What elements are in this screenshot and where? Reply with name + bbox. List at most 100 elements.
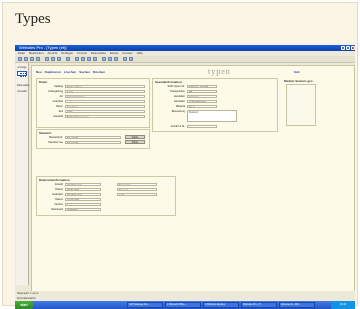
- new-button[interactable]: Neu: [36, 70, 42, 74]
- duplicate-button[interactable]: Duplizieren: [45, 70, 61, 74]
- section-media-header: Medien-Verweis ges.: [284, 79, 314, 83]
- field-value[interactable]: [65, 99, 145, 103]
- choose-button[interactable]: Wähle: [125, 135, 145, 139]
- menu-edit[interactable]: Bearbeiten: [29, 51, 44, 55]
- delete-button[interactable]: Löschen: [64, 70, 76, 74]
- exit-button[interactable]: Exit: [294, 70, 300, 74]
- nav-item-selection[interactable]: Auswahl: [17, 89, 27, 94]
- search-button[interactable]: Suchen: [79, 70, 90, 74]
- field-value[interactable]: Sandguss: [65, 104, 145, 108]
- field-value[interactable]: Baubeschlage: [65, 84, 145, 88]
- menu-file[interactable]: Datei: [18, 51, 25, 55]
- navigation-pane: Anzeige Datensätze Auswahl: [16, 63, 30, 285]
- undo-icon[interactable]: [66, 57, 70, 61]
- field-label: SUB-Typen-Nr.: [167, 85, 185, 88]
- minimize-button[interactable]: [341, 46, 345, 50]
- nav-item-display[interactable]: Anzeige: [17, 65, 27, 70]
- section-daten-header: Daten: [39, 80, 48, 84]
- help-icon[interactable]: [129, 57, 133, 61]
- field-value: Baumeister: [117, 182, 157, 186]
- filter-icon[interactable]: [87, 57, 91, 61]
- apply-filter-icon[interactable]: [93, 57, 97, 61]
- section-datensatz: Datensatzinformation Erstellt Olaf Dören…: [36, 176, 176, 216]
- field-value[interactable]: JASPI BENTON: [187, 99, 217, 103]
- field-value[interactable]: [187, 124, 217, 128]
- field-value[interactable]: Scharnier: [187, 94, 217, 98]
- section-standort: Standort Bestand-Nr. Bre A0377 Wähle Sta…: [36, 129, 150, 149]
- design-view-icon[interactable]: [18, 57, 22, 61]
- choose-button[interactable]: Wähle: [125, 140, 145, 145]
- section-spezial-header: Spezialinformation: [155, 80, 182, 84]
- taskbar-item[interactable]: 2 Microsoft Office...: [165, 302, 201, 308]
- save-icon[interactable]: [24, 57, 28, 61]
- menu-tools[interactable]: Extras: [110, 51, 119, 55]
- form-title: typen: [208, 67, 231, 76]
- field-label: Auswahl: [53, 115, 63, 118]
- print-button[interactable]: Drucken: [93, 70, 105, 74]
- menu-format[interactable]: Format: [77, 51, 87, 55]
- preview-icon[interactable]: [36, 57, 40, 61]
- menu-records[interactable]: Datensätze: [91, 51, 106, 55]
- field-label: Erstellt: [55, 183, 63, 186]
- cut-icon[interactable]: [45, 57, 49, 61]
- field-label: Version: [54, 203, 63, 206]
- field-value[interactable]: Gerät: [65, 89, 145, 93]
- page-heading: Types: [15, 11, 51, 27]
- field-value: Sperre b: [117, 187, 157, 191]
- copy-icon[interactable]: [51, 57, 55, 61]
- maximize-button[interactable]: [346, 46, 350, 50]
- taskbar-item[interactable]: Websites Pro - [T...: [241, 302, 277, 308]
- field-label: Material: [175, 105, 185, 108]
- field-value: 05.05.2006: [65, 187, 101, 191]
- field-value: Olaf Dörenfell: [65, 192, 101, 196]
- card: Types Websites Pro - [Typen (ef)] Datei B…: [2, 2, 358, 309]
- field-value: Olaf Dörenfell: [65, 182, 101, 186]
- nav-item-active[interactable]: [17, 71, 27, 77]
- field-value[interactable]: Eisen: [187, 104, 217, 108]
- remarks-field[interactable]: Bestand: [187, 109, 237, 122]
- menu-insert[interactable]: Einfügen: [61, 51, 73, 55]
- field-label: Untertitel: [52, 100, 63, 103]
- field-label: Preisposition: [170, 90, 185, 93]
- field-label: Zeit: [58, 110, 63, 113]
- field-value: 00065645: [65, 207, 101, 211]
- menu-help[interactable]: Hilfe: [137, 51, 143, 55]
- form-toolbar: Neu Duplizieren Löschen Suchen Drucken: [36, 70, 286, 75]
- taskbar-item[interactable]: Dokument1 - Micr...: [279, 302, 315, 308]
- database-window-icon[interactable]: [123, 57, 127, 61]
- field-label: Bestand-Nr.: [49, 136, 63, 139]
- field-label: Datensatz: [51, 208, 63, 211]
- field-value[interactable]: PB: [187, 89, 217, 93]
- new-record-icon[interactable]: [108, 57, 112, 61]
- field-value[interactable]: STM-ZYL-S0045T: [187, 84, 217, 88]
- taskbar-item[interactable]: 2 Windows Explorer: [203, 302, 239, 308]
- section-spezial: Spezialinformation SUB-Typen-Nr. STM-ZYL…: [152, 78, 278, 132]
- field-label: Standort neu: [48, 141, 63, 144]
- field-value[interactable]: Barthold Stein gasse: [65, 114, 145, 118]
- field-label: Dekor: [56, 105, 63, 108]
- close-button[interactable]: [351, 46, 355, 50]
- field-value[interactable]: 1900: [65, 109, 145, 113]
- field-value: 02.08.2006: [65, 197, 101, 201]
- field-value[interactable]: Scharnierbänder: [65, 94, 145, 98]
- sort-ascending-icon[interactable]: [75, 57, 79, 61]
- menu-view[interactable]: Ansicht: [48, 51, 58, 55]
- field-value[interactable]: Bre A0377: [65, 135, 121, 139]
- paste-icon[interactable]: [57, 57, 61, 61]
- sort-descending-icon[interactable]: [81, 57, 85, 61]
- section-standort-header: Standort: [39, 131, 52, 135]
- find-icon[interactable]: [102, 57, 106, 61]
- nav-item-records[interactable]: Datensätze: [17, 83, 30, 88]
- field-value[interactable]: ED 4T 407: [65, 140, 121, 144]
- field-label: Hersteller: [173, 95, 185, 98]
- dots-icon: [20, 73, 26, 77]
- print-icon[interactable]: [30, 57, 34, 61]
- delete-record-icon[interactable]: [114, 57, 118, 61]
- menu-window[interactable]: Fenster: [122, 51, 132, 55]
- field-value: Gebr.: [117, 192, 157, 196]
- field-label: Datum: [55, 188, 63, 191]
- section-media: Medien-Verweis ges.: [282, 78, 322, 128]
- media-preview-box[interactable]: [286, 84, 316, 126]
- field-label: Geändert: [52, 193, 63, 196]
- taskbar-item[interactable]: SAP Gateway Ano...: [127, 302, 163, 308]
